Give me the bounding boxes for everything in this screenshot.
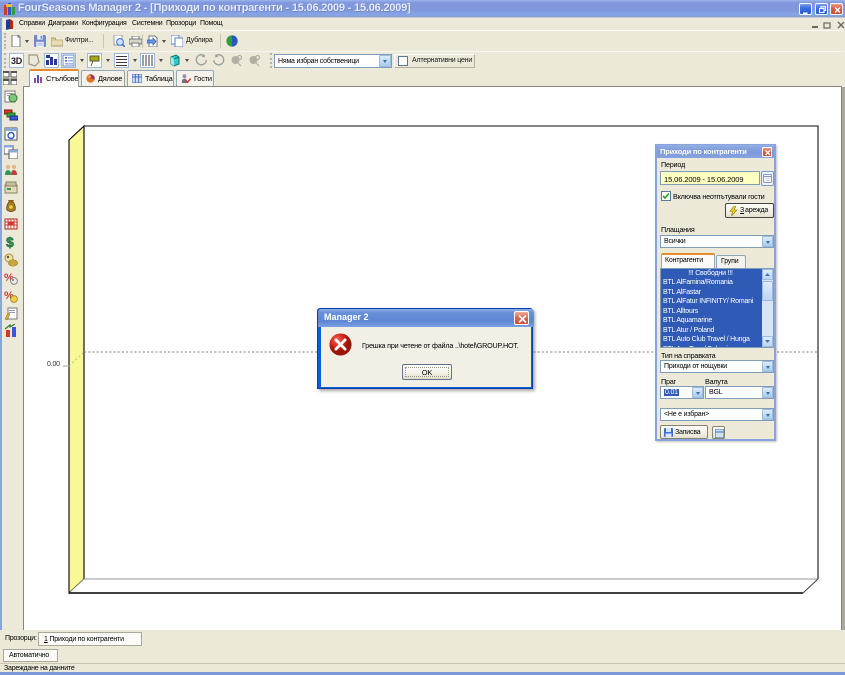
svg-text:$: $ bbox=[6, 235, 14, 249]
